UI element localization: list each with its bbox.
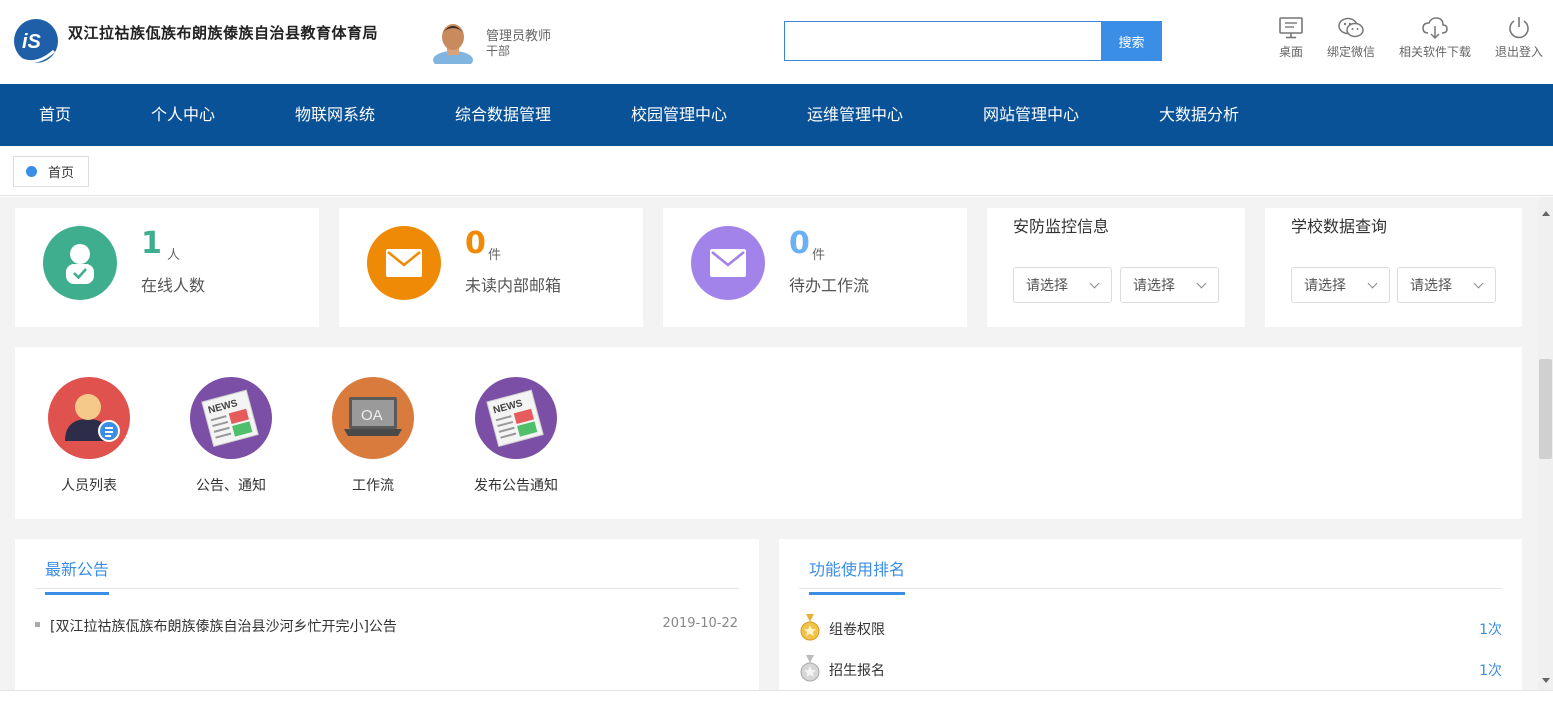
mail-icon <box>367 226 441 300</box>
nav-item-big-data[interactable]: 大数据分析 <box>1159 84 1239 146</box>
security-monitor-panel: 安防监控信息 请选择 请选择 <box>987 208 1245 327</box>
scroll-up-icon[interactable] <box>1542 211 1550 216</box>
org-title: 双江拉祜族佤族布朗族傣族自治县教育体育局 <box>68 24 379 42</box>
software-download-label: 相关软件下载 <box>1398 45 1471 59</box>
online-unit: 人 <box>167 248 181 263</box>
pending-workflow-unit: 件 <box>812 248 826 263</box>
rank-name: 组卷权限 <box>829 622 885 638</box>
newspaper-icon: NEWS <box>190 377 272 459</box>
scroll-thumb[interactable] <box>1539 359 1552 459</box>
tab-bar: 首页 <box>0 146 1553 196</box>
tab-home-label: 首页 <box>48 166 75 181</box>
bullet-icon <box>35 622 40 627</box>
school-select-1[interactable]: 请选择 <box>1291 267 1390 303</box>
quick-link-label: 人员列表 <box>61 478 117 494</box>
cloud-download-icon <box>1422 17 1448 40</box>
list-item[interactable]: 招生报名 1次 <box>799 655 1502 683</box>
person-list-icon <box>48 377 130 459</box>
notice-date: 2019-10-22 <box>662 616 738 631</box>
dashboard-content: 1 人 在线人数 0 件 未读内部邮箱 0 件 待办工作流 安防监控信息 请选择… <box>0 197 1538 690</box>
oa-laptop-icon: OA <box>332 377 414 459</box>
bind-wechat-label: 绑定微信 <box>1326 45 1375 59</box>
logout-button[interactable]: 退出登入 <box>1479 16 1553 60</box>
user-avatar <box>433 24 473 64</box>
tab-latest-notices[interactable]: 最新公告 <box>45 556 110 595</box>
quick-link-label: 公告、通知 <box>196 478 266 494</box>
quick-links-panel: 人员列表 NEWS 公告、通知 OA 工作流 NEWS 发布公告通知 <box>15 347 1522 519</box>
rank-count: 1次 <box>1479 622 1502 638</box>
quick-link-announcements[interactable]: NEWS 公告、通知 <box>171 377 291 495</box>
nav-item-home[interactable]: 首页 <box>39 84 71 146</box>
tab-function-ranking[interactable]: 功能使用排名 <box>809 556 906 595</box>
pending-workflow-label: 待办工作流 <box>789 276 870 295</box>
unread-mail-count: 0 <box>465 226 486 261</box>
wechat-icon <box>1338 17 1364 38</box>
nav-item-data-management[interactable]: 综合数据管理 <box>455 84 551 146</box>
function-ranking-panel: 功能使用排名 组卷权限 1次 招生报名 1次 <box>779 539 1522 690</box>
mail-icon <box>691 226 765 300</box>
pending-workflow-count: 0 <box>789 226 810 261</box>
school-panel-title: 学校数据查询 <box>1291 217 1388 236</box>
search-button[interactable]: 搜索 <box>1101 21 1162 61</box>
nav-item-website-management[interactable]: 网站管理中心 <box>983 84 1079 146</box>
nav-item-iot-system[interactable]: 物联网系统 <box>295 84 375 146</box>
quick-link-label: 工作流 <box>352 478 394 494</box>
rank-name: 招生报名 <box>829 663 885 679</box>
school-select-2[interactable]: 请选择 <box>1397 267 1496 303</box>
online-label: 在线人数 <box>141 276 206 295</box>
stat-card-online[interactable]: 1 人 在线人数 <box>15 208 319 327</box>
user-check-icon <box>43 226 117 300</box>
main-nav: 首页 个人中心 物联网系统 综合数据管理 校园管理中心 运维管理中心 网站管理中… <box>0 84 1553 146</box>
bottom-strip <box>0 690 1553 726</box>
silver-medal-icon <box>800 655 820 682</box>
svg-text:OA: OA <box>361 407 383 424</box>
quick-link-workflow[interactable]: OA 工作流 <box>313 377 433 495</box>
security-panel-title: 安防监控信息 <box>1013 217 1110 236</box>
power-icon <box>1509 17 1529 39</box>
search-input[interactable] <box>784 21 1102 61</box>
list-item[interactable]: 组卷权限 1次 <box>799 614 1502 642</box>
top-header: iS 双江拉祜族佤族布朗族傣族自治县教育体育局 管理员教师 干部 搜索 桌面 绑… <box>0 0 1553 84</box>
nav-item-ops-management[interactable]: 运维管理中心 <box>807 84 903 146</box>
unread-mail-label: 未读内部邮箱 <box>465 276 562 295</box>
software-download-button[interactable]: 相关软件下载 <box>1395 16 1475 60</box>
logout-label: 退出登入 <box>1494 45 1543 59</box>
gold-medal-icon <box>800 614 820 641</box>
scroll-down-icon[interactable] <box>1542 678 1550 683</box>
desktop-icon <box>1279 17 1303 39</box>
online-count: 1 <box>141 226 162 261</box>
bind-wechat-button[interactable]: 绑定微信 <box>1311 16 1391 60</box>
stat-card-workflow[interactable]: 0 件 待办工作流 <box>663 208 967 327</box>
quick-link-label: 发布公告通知 <box>474 478 558 494</box>
rank-count: 1次 <box>1479 663 1502 679</box>
newspaper-icon: NEWS <box>475 377 557 459</box>
nav-item-campus-management[interactable]: 校园管理中心 <box>631 84 727 146</box>
tab-home[interactable]: 首页 <box>13 156 89 187</box>
nav-item-personal-center[interactable]: 个人中心 <box>151 84 215 146</box>
logo-icon: iS <box>14 19 58 64</box>
security-select-2[interactable]: 请选择 <box>1120 267 1219 303</box>
security-select-1[interactable]: 请选择 <box>1013 267 1112 303</box>
school-data-panel: 学校数据查询 请选择 请选择 <box>1265 208 1522 327</box>
user-role: 干部 <box>486 44 511 58</box>
divider <box>799 588 1502 589</box>
unread-mail-unit: 件 <box>488 248 502 263</box>
divider <box>35 588 739 589</box>
quick-link-publish-notice[interactable]: NEWS 发布公告通知 <box>456 377 576 495</box>
latest-notices-panel: 最新公告 [双江拉祜族佤族布朗族傣族自治县沙河乡忙开完小]公告 2019-10-… <box>15 539 759 690</box>
stat-card-mail[interactable]: 0 件 未读内部邮箱 <box>339 208 643 327</box>
tab-active-dot <box>26 166 37 177</box>
svg-text:iS: iS <box>22 31 42 53</box>
content-scrollbar[interactable] <box>1538 197 1553 690</box>
notice-title: [双江拉祜族佤族布朗族傣族自治县沙河乡忙开完小]公告 <box>50 619 397 635</box>
quick-link-person-list[interactable]: 人员列表 <box>29 377 149 495</box>
